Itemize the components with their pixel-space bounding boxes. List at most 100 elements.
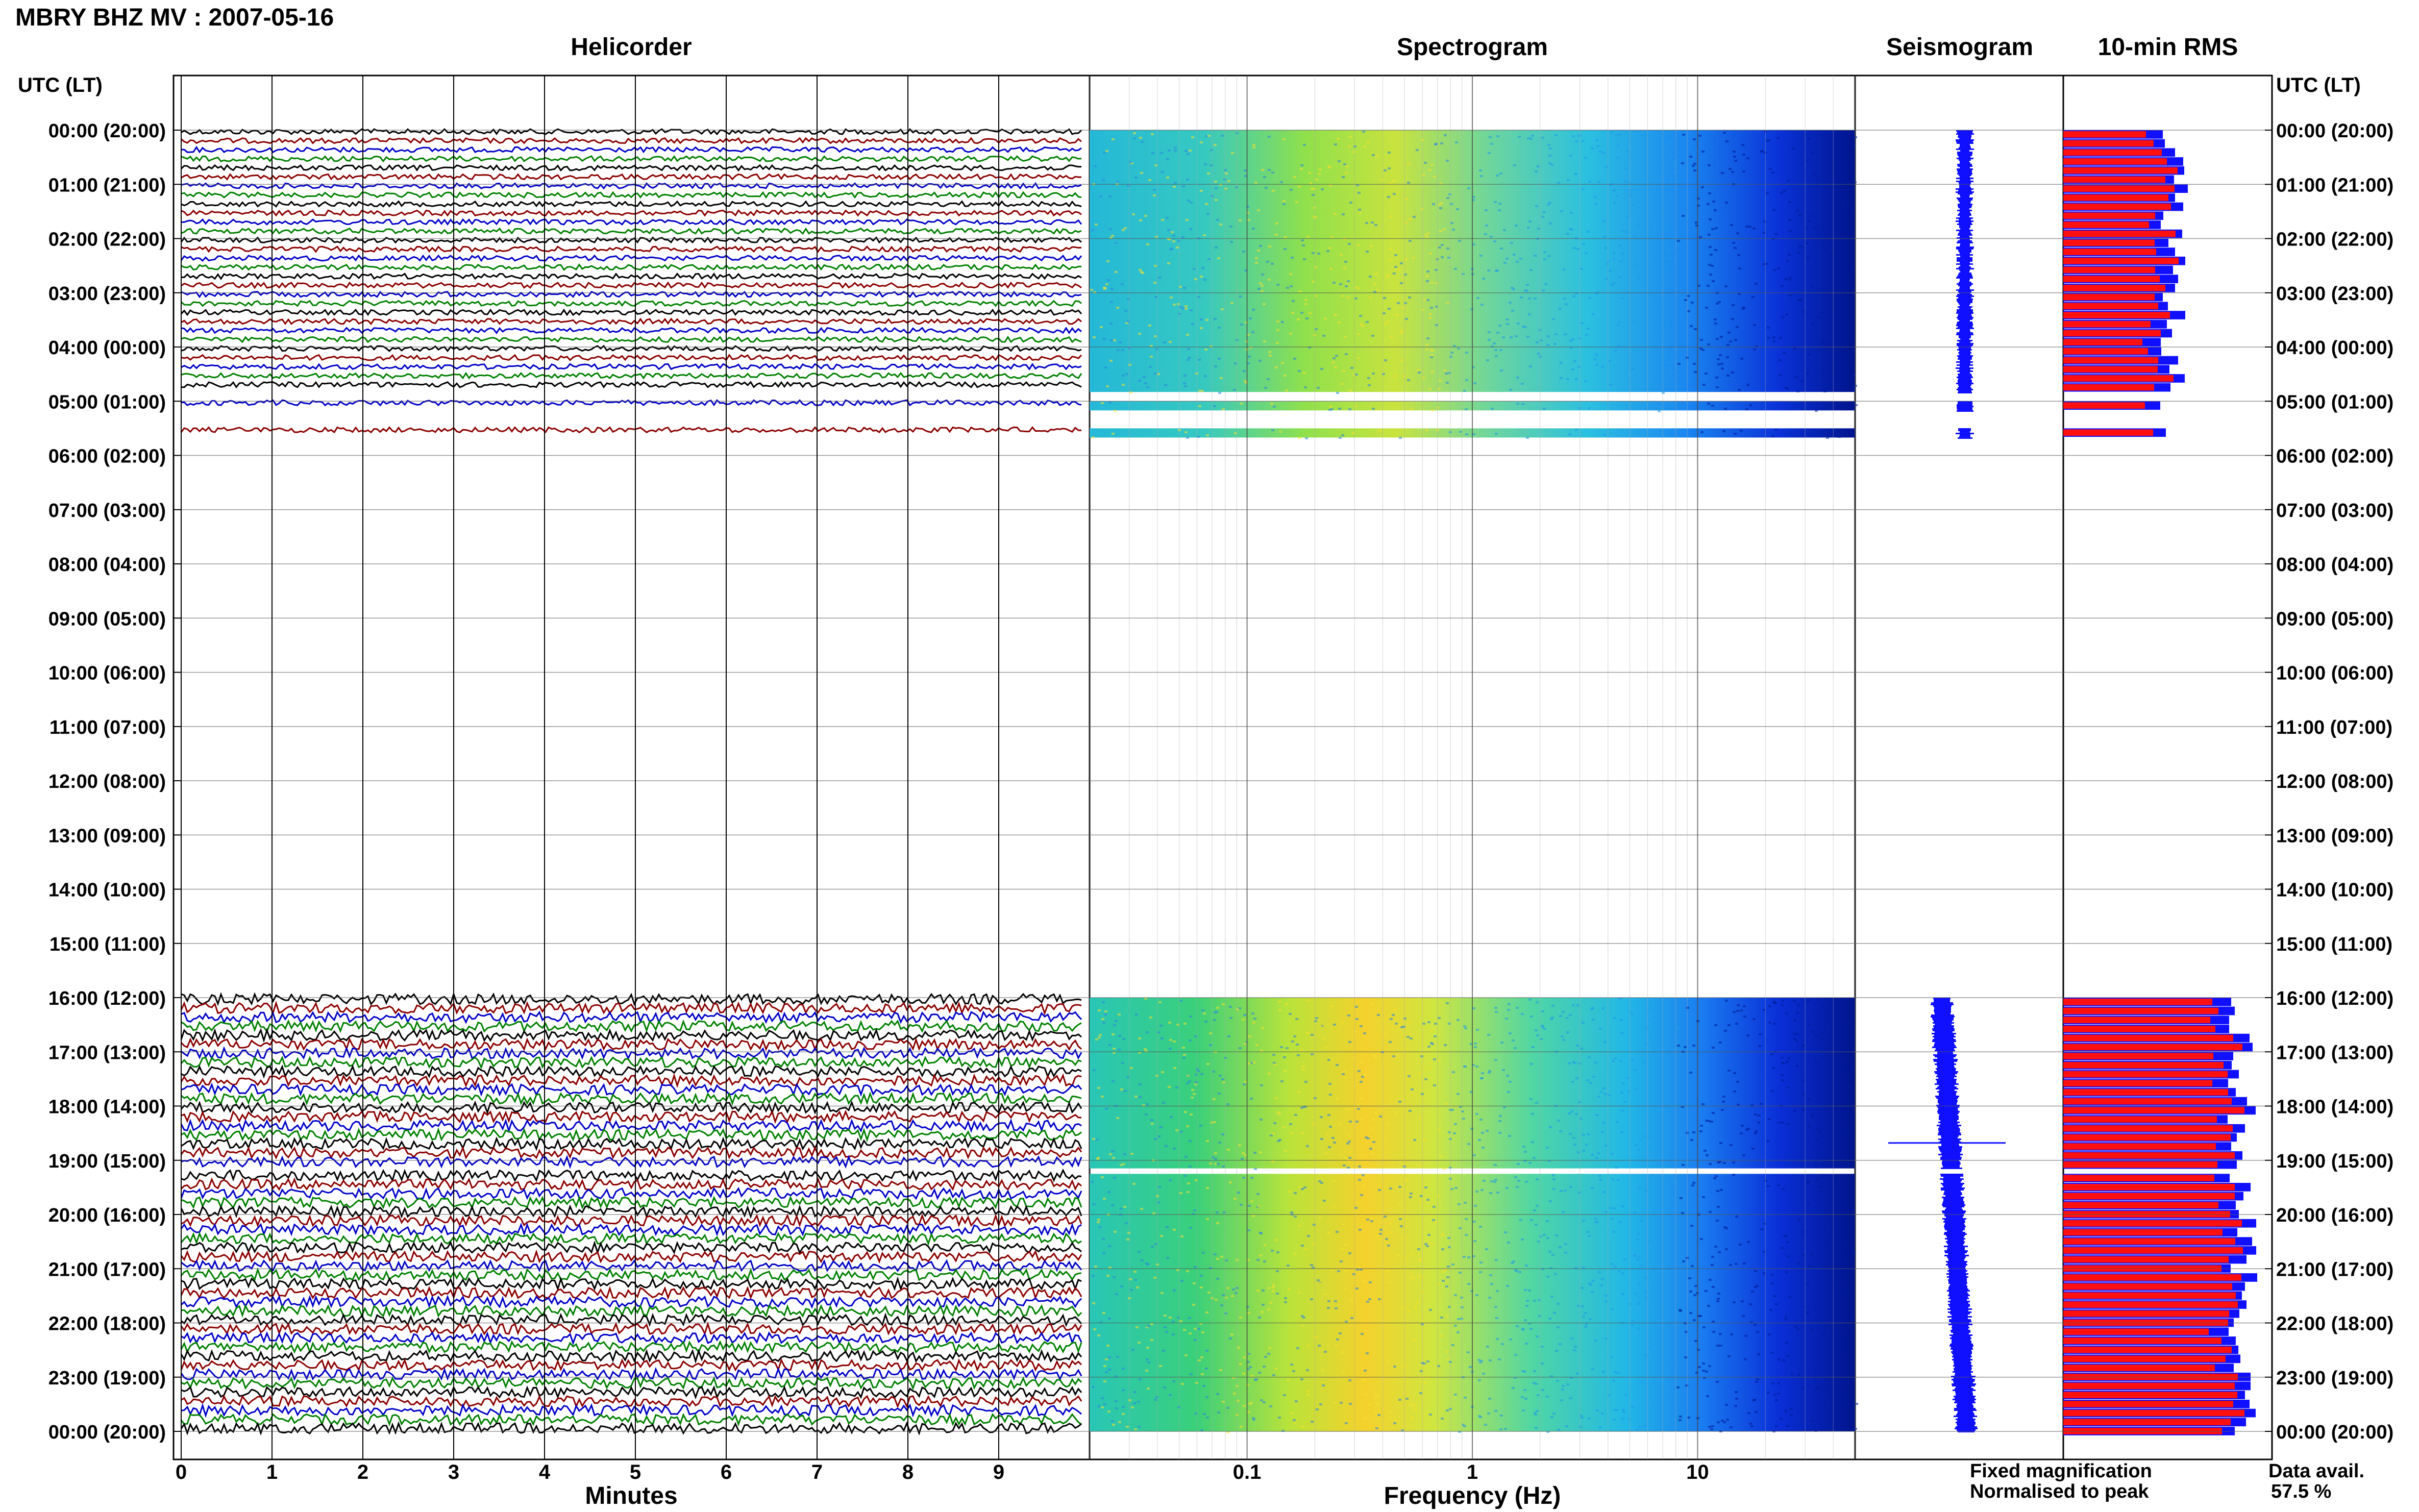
spectrogram-speckle <box>1092 1386 1095 1388</box>
spectrogram-speckle <box>1556 1380 1559 1382</box>
spectrogram-speckle <box>1717 1206 1720 1208</box>
spectrogram-speckle <box>1628 1010 1631 1012</box>
spectrogram-speckle <box>1290 189 1293 191</box>
spectrogram-speckle <box>1425 429 1428 431</box>
spectrogram-speckle <box>1806 373 1809 375</box>
spectrogram-speckle <box>1173 1148 1176 1150</box>
spectrogram-speckle <box>1502 336 1505 338</box>
spectrogram-speckle <box>1183 287 1186 289</box>
seismogram-sample <box>1938 1102 1957 1103</box>
helicorder-trace-line <box>181 218 1082 226</box>
spectrogram-speckle <box>1517 323 1520 325</box>
spectrogram-speckle <box>1644 1291 1647 1293</box>
seismogram-sample <box>1958 1411 1973 1412</box>
spectrogram-speckle <box>1613 1207 1616 1209</box>
seismogram-sample <box>1953 1371 1973 1373</box>
spectrogram-speckle <box>1360 1081 1363 1083</box>
spectrogram-speckle <box>1532 1046 1535 1048</box>
spectrogram-speckle <box>1836 1279 1839 1281</box>
spectrogram-speckle <box>1197 1328 1200 1330</box>
spectrogram-speckle <box>1218 327 1221 329</box>
spectrogram-speckle <box>1111 1150 1114 1152</box>
spectrogram-speckle <box>1746 1034 1749 1036</box>
spectrogram-speckle <box>1182 185 1185 187</box>
spectrogram-speckle <box>1300 1378 1303 1380</box>
spectrogram-speckle <box>1217 1163 1220 1165</box>
spectrogram-speckle <box>1554 333 1558 335</box>
spectrogram-speckle <box>1548 1251 1551 1253</box>
helicorder-trace-line <box>180 1267 1082 1282</box>
spectrogram-speckle <box>1118 1035 1121 1037</box>
spectrogram-speckle <box>1146 1358 1149 1360</box>
rms-bar-normalised <box>2063 1283 2232 1290</box>
spectrogram-speckle <box>1362 1184 1365 1186</box>
spectrogram-speckle <box>1771 435 1774 437</box>
spectrogram-speckle <box>1584 157 1587 159</box>
spectrogram-speckle <box>1835 1283 1838 1285</box>
spectrogram-speckle <box>1772 1067 1775 1069</box>
spectrogram-speckle <box>1426 1360 1429 1362</box>
spectrogram-speckle <box>1557 1303 1560 1305</box>
spectrogram-speckle <box>1521 1013 1524 1015</box>
spectrogram-speckle <box>1740 1009 1743 1011</box>
spectrogram-speckle <box>1548 1318 1551 1320</box>
spectrogram-speckle <box>1210 149 1213 151</box>
spectrogram-speckle <box>1721 1109 1724 1111</box>
spectrogram-speckle <box>1733 1011 1736 1013</box>
spectrogram-speckle <box>1215 187 1218 189</box>
seismogram-sample <box>1957 168 1973 170</box>
spectrogram-speckle <box>1268 1073 1271 1075</box>
spectrogram-speckle <box>1734 433 1737 435</box>
seismogram-sample <box>1957 294 1972 295</box>
spectrogram-speckle <box>1565 303 1568 305</box>
spectrogram-speckle <box>1240 403 1243 405</box>
spectrogram-speckle <box>1371 1217 1374 1219</box>
spectrogram-speckle <box>1155 1075 1158 1077</box>
spectrogram-speckle <box>1220 1304 1223 1306</box>
spectrogram-speckle <box>1733 151 1736 153</box>
spectrogram-speckle <box>1611 1218 1614 1220</box>
spectrogram-speckle <box>1735 1023 1738 1025</box>
spectrogram-speckle <box>1271 1160 1274 1162</box>
spectrogram-speckle <box>1242 251 1245 253</box>
spectrogram-speckle <box>1784 1410 1787 1412</box>
spectrogram-speckle <box>1777 1382 1780 1384</box>
time-tick-label-right: 07:00 (03:00) <box>2276 500 2393 522</box>
spectrogram-speckle <box>1797 1004 1800 1006</box>
seismogram-sample <box>1936 1097 1958 1099</box>
spectrogram-speckle <box>1200 1286 1203 1288</box>
spectrogram-speckle <box>1791 1373 1794 1375</box>
spectrogram-speckle <box>1446 1315 1449 1317</box>
spectrogram-speckle <box>1613 1017 1616 1019</box>
spectrogram-speckle <box>1558 308 1561 310</box>
seismogram-sample <box>1956 361 1973 363</box>
seismogram-sample <box>1947 1243 1964 1244</box>
seismogram-sample <box>1935 1056 1956 1057</box>
rms-bar-normalised <box>2063 185 2175 192</box>
spectrogram-speckle <box>1806 242 1809 244</box>
spectrogram-speckle <box>1261 1027 1264 1029</box>
seismogram-sample <box>1948 1304 1970 1305</box>
spectrogram-speckle <box>1109 228 1112 230</box>
rms-bar-normalised <box>2063 1301 2238 1308</box>
spectrogram-speckle <box>1118 1421 1121 1423</box>
spectrogram-speckle <box>1358 1179 1361 1181</box>
seismogram-sample <box>1954 1364 1971 1365</box>
spectrogram-speckle <box>1507 1009 1510 1011</box>
spectrogram-speckle <box>1806 1312 1809 1314</box>
spectrogram-speckle <box>1148 325 1151 327</box>
spectrogram-speckle <box>1716 1381 1719 1383</box>
spectrogram-speckle <box>1548 155 1551 157</box>
spectrogram-speckle <box>1433 1058 1436 1060</box>
spectrogram-speckle <box>1543 408 1546 410</box>
spectrogram-speckle <box>1719 1333 1722 1335</box>
spectrogram-speckle <box>1541 1389 1544 1391</box>
spectrogram-speckle <box>1417 1275 1420 1277</box>
spectrogram-speckle <box>1656 1176 1659 1178</box>
spectrogram-speckle <box>1243 1014 1246 1016</box>
spectrogram-speckle <box>1848 1021 1851 1023</box>
spectrogram-speckle <box>1589 1082 1592 1084</box>
spectrogram-speckle <box>1537 1394 1540 1396</box>
spectrogram-speckle <box>1725 140 1729 142</box>
spectrogram-speckle <box>1298 290 1301 292</box>
